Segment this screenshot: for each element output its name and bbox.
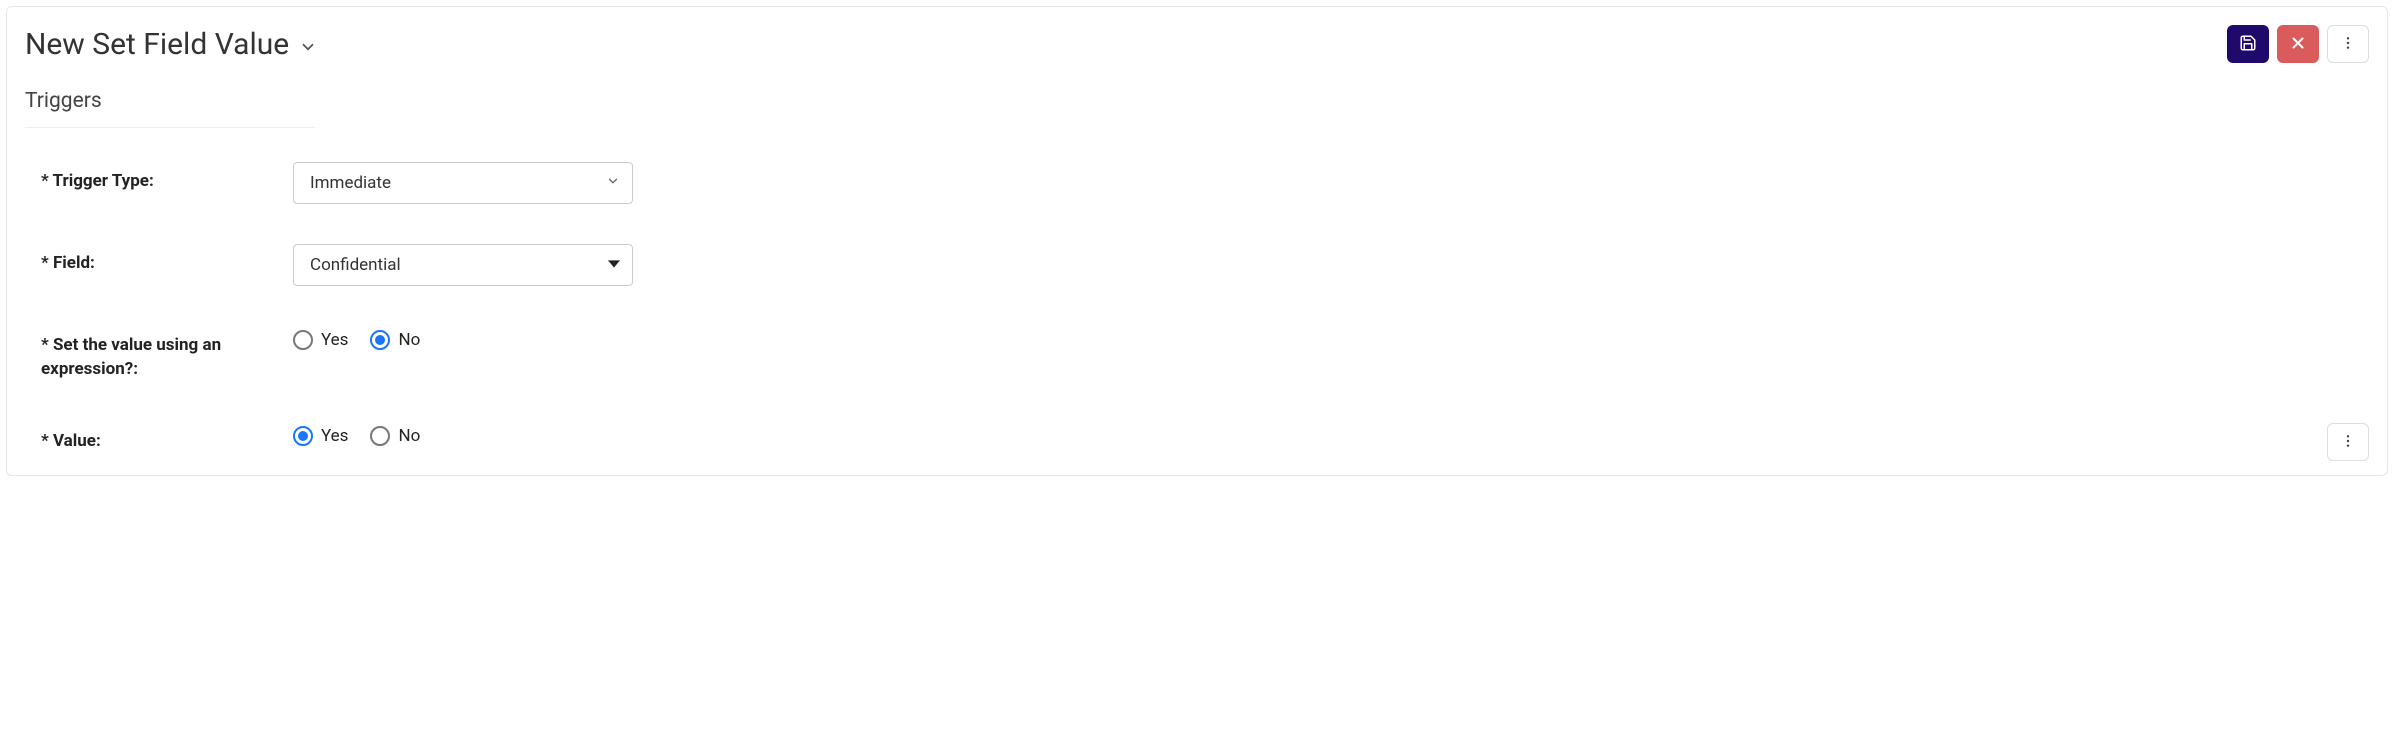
chevron-down-icon	[299, 38, 317, 56]
value-yes-label: Yes	[321, 426, 348, 446]
panel: New Set Field Value	[6, 6, 2388, 476]
radio-icon	[293, 426, 313, 446]
cancel-button[interactable]	[2277, 25, 2319, 63]
row-field: * Field: Confidential	[41, 244, 2369, 286]
value-no[interactable]: No	[370, 426, 420, 446]
radio-icon	[293, 330, 313, 350]
use-expression-yes-label: Yes	[321, 330, 348, 350]
value-yes[interactable]: Yes	[293, 426, 348, 446]
field-control: Confidential	[293, 244, 633, 286]
value-radio-group: Yes No	[293, 422, 420, 446]
chevron-down-icon	[606, 173, 620, 193]
save-button[interactable]	[2227, 25, 2269, 63]
trigger-type-label: * Trigger Type:	[41, 162, 281, 194]
use-expression-radio-group: Yes No	[293, 326, 420, 350]
title-wrap[interactable]: New Set Field Value	[25, 27, 317, 62]
caret-down-icon	[608, 255, 620, 275]
row-trigger-type: * Trigger Type: Immediate	[41, 162, 2369, 204]
use-expression-no-label: No	[398, 330, 420, 350]
value-no-label: No	[398, 426, 420, 446]
more-vertical-icon	[2340, 35, 2356, 54]
radio-icon	[370, 426, 390, 446]
use-expression-yes[interactable]: Yes	[293, 330, 348, 350]
field-label: * Field:	[41, 244, 281, 276]
form: * Trigger Type: Immediate * Field: Confi…	[25, 162, 2369, 453]
header-row: New Set Field Value	[25, 25, 2369, 63]
bottom-actions	[2327, 423, 2369, 461]
use-expression-no[interactable]: No	[370, 330, 420, 350]
trigger-type-control: Immediate	[293, 162, 633, 204]
value-label: * Value:	[41, 422, 281, 454]
close-icon	[2289, 34, 2307, 55]
row-use-expression: * Set the value using an expression?: Ye…	[41, 326, 2369, 382]
save-icon	[2239, 34, 2257, 55]
trigger-type-select[interactable]: Immediate	[293, 162, 633, 204]
use-expression-label: * Set the value using an expression?:	[41, 326, 281, 382]
section-title: Triggers	[25, 89, 2369, 113]
radio-icon	[370, 330, 390, 350]
row-value: * Value: Yes No	[41, 422, 2369, 454]
page-title: New Set Field Value	[25, 27, 289, 62]
field-value: Confidential	[310, 255, 401, 275]
more-vertical-icon	[2340, 433, 2356, 452]
header-actions	[2227, 25, 2369, 63]
more-button-top[interactable]	[2327, 25, 2369, 63]
more-button-bottom[interactable]	[2327, 423, 2369, 461]
field-select[interactable]: Confidential	[293, 244, 633, 286]
trigger-type-value: Immediate	[310, 173, 391, 193]
section-divider	[25, 127, 315, 128]
